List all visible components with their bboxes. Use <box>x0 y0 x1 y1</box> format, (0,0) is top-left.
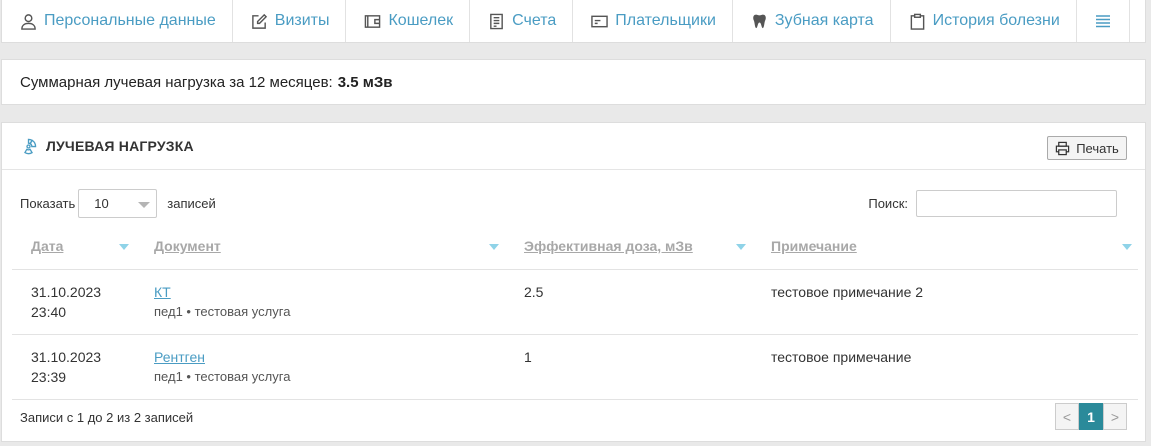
printer-icon <box>1056 141 1070 155</box>
search-input[interactable] <box>916 189 1117 217</box>
column-header-date[interactable]: Дата <box>12 223 135 270</box>
document-subtitle: пед1 • тестовая услуга <box>154 303 291 319</box>
tab-visits[interactable]: Визиты <box>233 0 347 42</box>
tab-invoices[interactable]: Счета <box>470 0 574 42</box>
pagination-prev-button[interactable]: < <box>1055 403 1079 430</box>
page-size-select[interactable]: 10 <box>78 188 158 218</box>
cell-note: тестовое примечание <box>752 334 1138 400</box>
user-icon <box>21 13 36 30</box>
show-label: Показать <box>20 195 76 211</box>
cell-document: Рентген пед1 • тестовая услуга <box>135 334 505 400</box>
records-label: записей <box>167 195 216 211</box>
cell-dose: 2.5 <box>505 269 752 335</box>
wallet-icon <box>365 14 381 28</box>
document-link[interactable]: КТ <box>154 284 171 300</box>
document-link[interactable]: Рентген <box>154 349 205 365</box>
tab-label: Плательщики <box>615 12 716 29</box>
page-size-value: 10 <box>94 195 109 211</box>
tab-personal-data[interactable]: Персональные данные <box>2 0 233 42</box>
cell-dose: 1 <box>505 334 752 400</box>
chevron-down-icon <box>138 201 151 208</box>
sort-icon <box>119 244 129 250</box>
radiation-panel: ЛУЧЕВАЯ НАГРУЗКА Печать Показать 10 запи… <box>1 122 1146 442</box>
tab-label: Кошелек <box>388 12 454 29</box>
tab-dental-chart[interactable]: Зубная карта <box>733 0 891 42</box>
tooth-icon <box>753 14 766 28</box>
top-tab-bar: Персональные данные Визиты Кошелек Счета… <box>1 0 1146 43</box>
clipboard-icon <box>910 13 924 30</box>
card-icon <box>591 15 609 27</box>
menu-icon <box>1095 15 1110 28</box>
tab-label: Визиты <box>274 12 330 29</box>
records-info: Записи с 1 до 2 из 2 записей <box>20 410 194 425</box>
edit-icon <box>251 13 267 29</box>
tab-label: Счета <box>512 12 557 29</box>
document-subtitle: пед1 • тестовая услуга <box>154 368 291 384</box>
column-header-dose[interactable]: Эффективная доза, мЗв <box>505 223 752 270</box>
cell-document: КТ пед1 • тестовая услуга <box>135 269 505 335</box>
print-label: Печать <box>1076 140 1119 156</box>
table-row: 31.10.2023 23:39 Рентген пед1 • тестовая… <box>12 334 1138 400</box>
column-header-document[interactable]: Документ <box>135 223 505 270</box>
radiation-icon <box>24 138 37 154</box>
tab-wallet[interactable]: Кошелек <box>346 0 471 42</box>
search-label: Поиск: <box>868 195 908 211</box>
print-button[interactable]: Печать <box>1047 136 1127 160</box>
pagination: < 1 > <box>1055 403 1127 430</box>
table-header-row: Дата Документ Эффективная доза, мЗв Прим… <box>12 223 1138 270</box>
column-header-note[interactable]: Примечание <box>752 223 1138 270</box>
sort-icon <box>1122 244 1132 250</box>
sort-icon <box>736 244 746 250</box>
tab-medical-history[interactable]: История болезни <box>891 0 1077 42</box>
panel-header: ЛУЧЕВАЯ НАГРУЗКА Печать <box>2 123 1145 170</box>
invoice-icon <box>490 13 504 29</box>
table-row: 31.10.2023 23:40 КТ пед1 • тестовая услу… <box>12 269 1138 335</box>
pagination-page-button[interactable]: 1 <box>1079 403 1103 430</box>
radiation-table: Дата Документ Эффективная доза, мЗв Прим… <box>12 223 1138 400</box>
tab-payers[interactable]: Плательщики <box>573 0 733 42</box>
tab-menu[interactable] <box>1077 0 1130 42</box>
tab-label: Зубная карта <box>774 12 874 29</box>
tab-label: История болезни <box>932 12 1060 29</box>
pagination-next-button[interactable]: > <box>1103 403 1127 430</box>
cell-note: тестовое примечание 2 <box>752 269 1138 335</box>
cell-date: 31.10.2023 23:40 <box>12 269 135 335</box>
table-controls: Показать 10 записей Поиск: <box>20 188 1117 218</box>
radiation-summary: Суммарная лучевая нагрузка за 12 месяцев… <box>1 59 1146 105</box>
summary-label: Суммарная лучевая нагрузка за 12 месяцев… <box>20 73 333 91</box>
sort-icon <box>489 244 499 250</box>
summary-value: 3.5 мЗв <box>337 73 393 91</box>
tab-label: Персональные данные <box>44 12 216 29</box>
panel-title: ЛУЧЕВАЯ НАГРУЗКА <box>46 138 194 154</box>
cell-date: 31.10.2023 23:39 <box>12 334 135 400</box>
